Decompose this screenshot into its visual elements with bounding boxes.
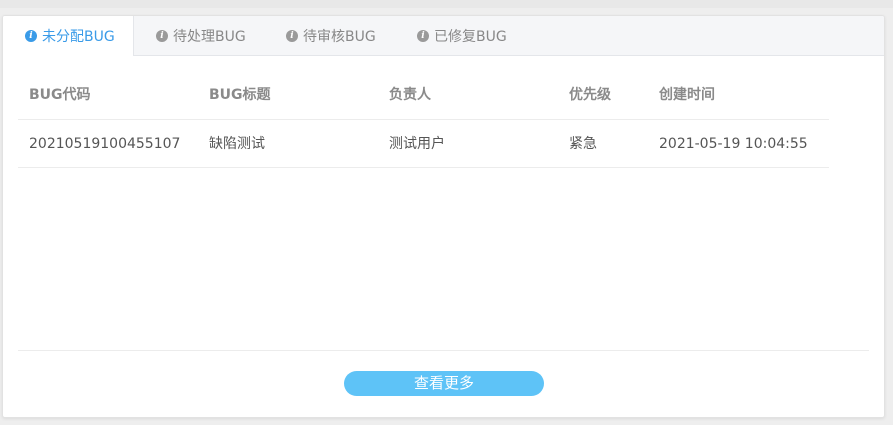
info-icon: i [156,30,168,42]
tab-label: 已修复BUG [434,29,507,45]
tab-pending-bug[interactable]: i 待处理BUG [156,16,246,56]
cell-created-time: 2021-05-19 10:04:55 [659,136,808,152]
top-bar [0,0,893,8]
cell-owner: 测试用户 [389,136,445,152]
info-icon: i [286,30,298,42]
tab-fixed-bug[interactable]: i 已修复BUG [417,16,507,56]
bug-table: BUG代码 BUG标题 负责人 优先级 创建时间 202105191004551… [18,71,829,168]
tab-unassigned-bug[interactable]: i 未分配BUG [3,16,134,56]
info-icon: i [25,30,37,42]
tab-label: 未分配BUG [42,29,115,45]
tab-review-bug[interactable]: i 待审核BUG [286,16,376,56]
footer-divider [18,350,869,351]
cell-bug-code: 20210519100455107 [29,136,181,152]
tab-label: 待处理BUG [173,29,246,45]
column-header-bug-title: BUG标题 [209,87,271,103]
column-header-created-time: 创建时间 [659,87,715,103]
bug-panel: i 未分配BUG i 待处理BUG i 待审核BUG i 已修复BUG BUG代… [2,15,885,418]
cell-priority: 紧急 [569,136,597,152]
bug-tab-bar: i 未分配BUG i 待处理BUG i 待审核BUG i 已修复BUG [3,16,884,56]
column-header-priority: 优先级 [569,87,611,103]
column-header-bug-code: BUG代码 [29,87,91,103]
table-row[interactable]: 20210519100455107 缺陷测试 测试用户 紧急 2021-05-1… [18,120,829,168]
tab-label: 待审核BUG [303,29,376,45]
view-more-button[interactable]: 查看更多 [344,371,544,396]
cell-bug-title: 缺陷测试 [209,136,265,152]
info-icon: i [417,30,429,42]
column-header-owner: 负责人 [389,87,431,103]
table-header-row: BUG代码 BUG标题 负责人 优先级 创建时间 [18,71,829,120]
